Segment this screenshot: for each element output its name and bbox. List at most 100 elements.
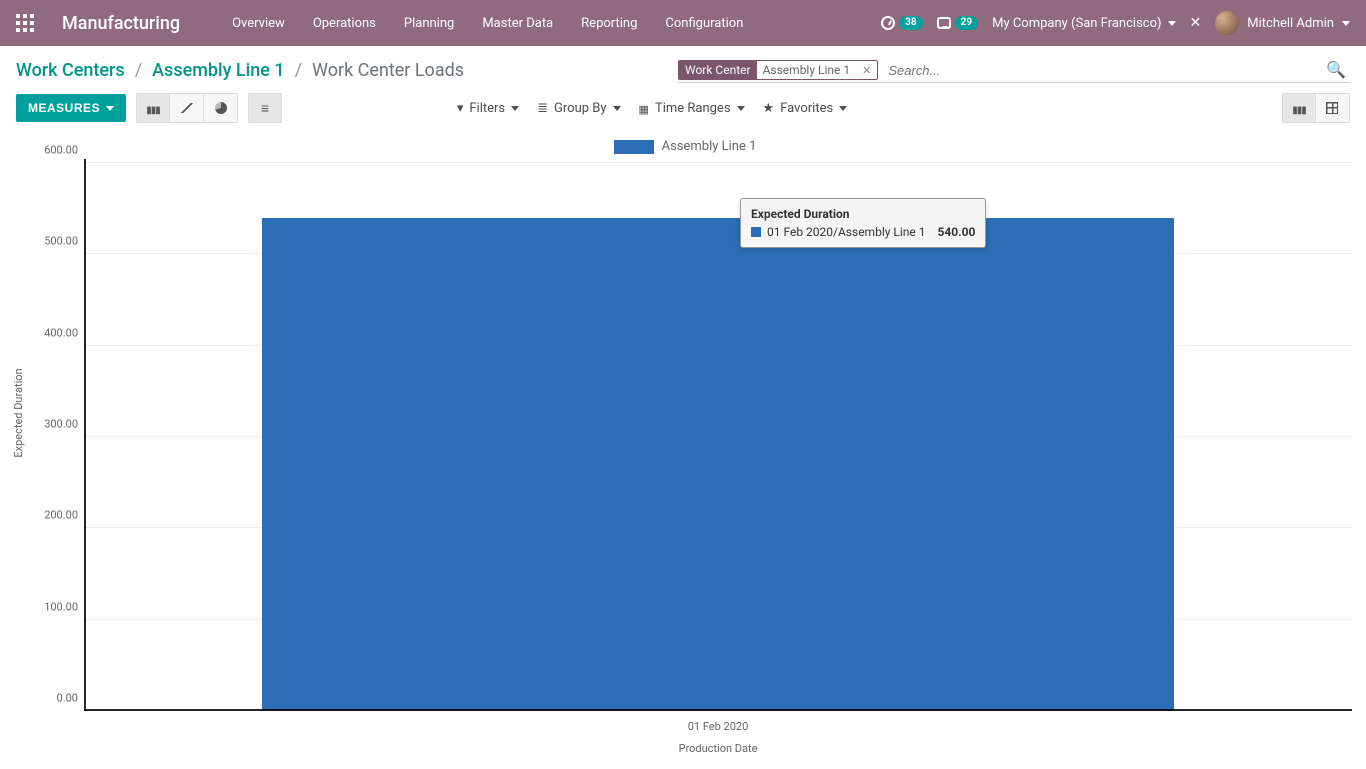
pie-chart-icon	[215, 102, 227, 114]
user-menu[interactable]: Mitchell Admin	[1215, 11, 1350, 35]
star-icon	[763, 100, 775, 116]
measures-button[interactable]: MEASURES	[16, 94, 126, 122]
y-tick: 400.00	[14, 326, 78, 339]
tooltip-value: 540.00	[937, 225, 975, 239]
crumb-assembly-line-1[interactable]: Assembly Line 1	[152, 60, 284, 81]
y-ticks: 0.00 100.00 200.00 300.00 400.00 500.00 …	[12, 163, 84, 711]
y-tick: 100.00	[14, 600, 78, 613]
toolbar: MEASURES Filters Group By Time Ranges Fa…	[0, 87, 1366, 133]
conversations-button[interactable]: 29	[937, 16, 978, 30]
bar-chart-icon	[1292, 101, 1306, 116]
view-switch	[1282, 93, 1350, 123]
y-tick: 300.00	[14, 418, 78, 431]
tooltip-label: 01 Feb 2020/Assembly Line 1	[767, 225, 925, 239]
search-bar: Work Center Assembly Line 1 ✕	[678, 58, 1350, 83]
timer-badge: 38	[899, 16, 922, 30]
chevron-down-icon	[613, 106, 621, 111]
chevron-down-icon	[511, 106, 519, 111]
topbar-right: 38 29 My Company (San Francisco) ✕ Mitch…	[881, 11, 1350, 35]
cp-options: Filters Group By Time Ranges Favorites	[457, 100, 847, 116]
pie-chart-button[interactable]	[204, 93, 238, 123]
calendar-icon	[639, 101, 649, 116]
crumb-workcenters[interactable]: Work Centers	[16, 60, 125, 81]
chevron-down-icon	[1342, 21, 1350, 26]
filters-dropdown[interactable]: Filters	[457, 100, 519, 116]
search-facet: Work Center Assembly Line 1 ✕	[678, 60, 878, 80]
menu-operations[interactable]: Operations	[301, 8, 388, 39]
y-axis-line	[84, 159, 86, 711]
menu-master-data[interactable]: Master Data	[470, 8, 565, 39]
legend-item[interactable]: Assembly Line 1	[614, 139, 757, 154]
line-chart-icon	[180, 103, 194, 113]
company-selector[interactable]: My Company (San Francisco)	[992, 16, 1175, 31]
tooltip-title: Expected Duration	[751, 207, 975, 221]
user-name: Mitchell Admin	[1247, 16, 1334, 31]
chevron-down-icon	[106, 106, 114, 111]
filters-label: Filters	[469, 101, 505, 116]
y-tick: 500.00	[14, 235, 78, 248]
stack-group	[248, 93, 282, 123]
chart-legend: Assembly Line 1	[12, 133, 1358, 158]
debug-icon[interactable]: ✕	[1190, 15, 1202, 31]
search-icon[interactable]	[1322, 60, 1350, 80]
groupby-label: Group By	[554, 101, 607, 116]
y-tick: 600.00	[14, 144, 78, 157]
chart-bar[interactable]	[262, 218, 1175, 711]
legend-swatch	[614, 140, 654, 154]
favorites-label: Favorites	[780, 101, 833, 116]
chart-area: Assembly Line 1 Expected Duration 0.00 1…	[12, 133, 1358, 769]
legend-label: Assembly Line 1	[662, 139, 757, 154]
chevron-down-icon	[1168, 21, 1176, 26]
apps-icon[interactable]	[16, 14, 34, 32]
facet-label: Work Center	[679, 61, 757, 79]
x-axis-line	[84, 709, 1352, 711]
speech-icon	[937, 17, 951, 29]
timeranges-dropdown[interactable]: Time Ranges	[639, 101, 745, 116]
bar-chart-button[interactable]	[136, 93, 170, 123]
crumb-current: Work Center Loads	[312, 60, 464, 81]
graph-view-button[interactable]	[1282, 93, 1316, 123]
chart-plot: 01 Feb 2020 Production Date Expected Dur…	[84, 163, 1352, 711]
y-tick: 0.00	[14, 692, 78, 705]
facet-remove-icon[interactable]: ✕	[856, 64, 877, 77]
timeranges-label: Time Ranges	[655, 101, 731, 116]
timer-button[interactable]: 38	[881, 16, 922, 30]
stack-icon	[261, 100, 269, 116]
chevron-down-icon	[737, 106, 745, 111]
list-icon	[537, 100, 548, 116]
breadcrumb: Work Centers / Assembly Line 1 / Work Ce…	[16, 60, 464, 81]
topbar: Manufacturing Overview Operations Planni…	[0, 0, 1366, 46]
menu-overview[interactable]: Overview	[220, 8, 297, 39]
company-name: My Company (San Francisco)	[992, 16, 1161, 31]
x-axis-label: Production Date	[679, 742, 758, 755]
pivot-view-button[interactable]	[1316, 93, 1350, 123]
gridline	[84, 162, 1352, 163]
crumb-sep: /	[135, 60, 142, 81]
stacked-button[interactable]	[248, 93, 282, 123]
search-input[interactable]	[884, 61, 1322, 80]
clock-icon	[881, 16, 895, 30]
favorites-dropdown[interactable]: Favorites	[763, 100, 848, 116]
crumb-sep: /	[295, 60, 302, 81]
y-tick: 200.00	[14, 509, 78, 522]
app-brand: Manufacturing	[62, 13, 180, 34]
x-tick-label: 01 Feb 2020	[688, 720, 749, 733]
top-menu: Overview Operations Planning Master Data…	[220, 8, 755, 39]
facet-value: Assembly Line 1	[757, 61, 857, 79]
menu-reporting[interactable]: Reporting	[569, 8, 649, 39]
funnel-icon	[457, 100, 464, 116]
groupby-dropdown[interactable]: Group By	[537, 100, 620, 116]
tooltip-swatch	[751, 227, 761, 237]
menu-planning[interactable]: Planning	[392, 8, 466, 39]
chart-tooltip: Expected Duration 01 Feb 2020/Assembly L…	[740, 198, 986, 248]
avatar	[1215, 11, 1239, 35]
chevron-down-icon	[839, 106, 847, 111]
conversations-badge: 29	[955, 16, 978, 30]
menu-configuration[interactable]: Configuration	[653, 8, 755, 39]
control-row: Work Centers / Assembly Line 1 / Work Ce…	[0, 46, 1366, 87]
measures-label: MEASURES	[28, 101, 100, 115]
chart-type-group	[136, 93, 238, 123]
table-icon	[1326, 102, 1338, 114]
tooltip-row: 01 Feb 2020/Assembly Line 1 540.00	[751, 225, 975, 239]
line-chart-button[interactable]	[170, 93, 204, 123]
